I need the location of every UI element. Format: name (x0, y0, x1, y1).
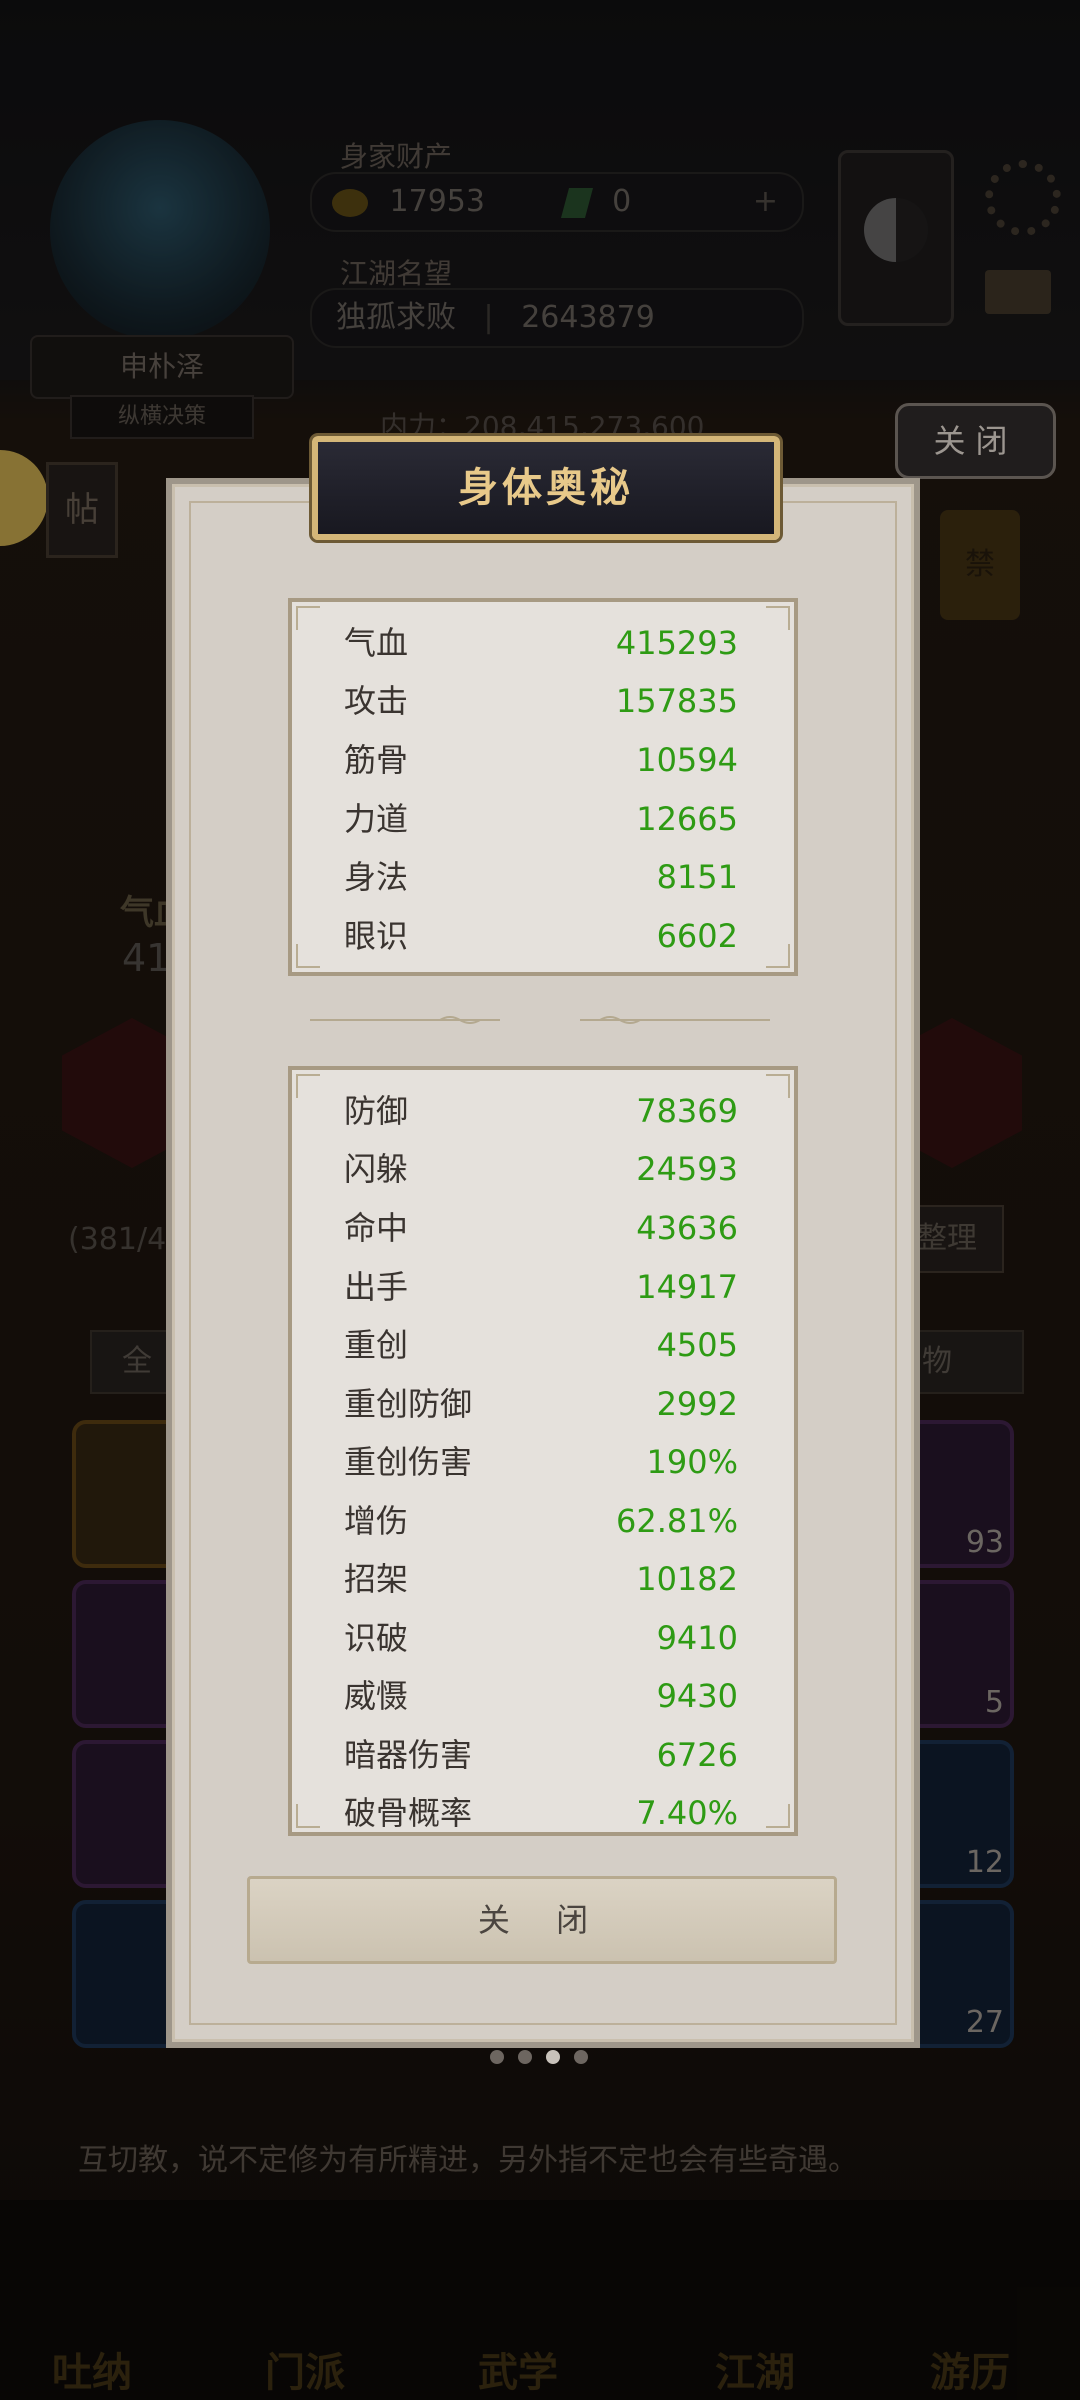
stat-label: 身法 (344, 858, 409, 896)
stat-label: 命中 (344, 1209, 409, 1247)
page-dot-active (546, 2050, 560, 2064)
stat-row: 破骨概率 7.40% (344, 1784, 738, 1832)
stat-value: 12665 (636, 800, 738, 838)
stat-label: 防御 (344, 1092, 409, 1130)
corner-ornament (296, 606, 320, 630)
stat-row: 重创伤害 190% (344, 1433, 738, 1491)
stat-value: 190% (646, 1443, 738, 1481)
stat-label: 破骨概率 (344, 1794, 473, 1832)
page-dot (518, 2050, 532, 2064)
modal-close-button[interactable]: 关 闭 (247, 1876, 837, 1964)
stat-value: 157835 (615, 682, 738, 720)
stat-row: 闪躲 24593 (344, 1140, 738, 1198)
stat-label: 识破 (344, 1619, 409, 1657)
stat-row: 命中 43636 (344, 1199, 738, 1257)
stat-value: 7.40% (636, 1794, 738, 1832)
stat-label: 重创 (344, 1326, 409, 1364)
stat-row: 威慑 9430 (344, 1667, 738, 1725)
stat-value: 9410 (656, 1619, 738, 1657)
stat-row: 识破 9410 (344, 1609, 738, 1667)
stat-row: 筋骨 10594 (344, 731, 738, 789)
stat-row: 防御 78369 (344, 1082, 738, 1140)
stat-label: 气血 (344, 624, 409, 662)
stat-label: 力道 (344, 800, 409, 838)
basic-stats-panel: 气血 415293 攻击 157835 筋骨 10594 力道 12665 身法 8151… (288, 598, 798, 976)
stat-label: 出手 (344, 1268, 409, 1306)
stat-value: 8151 (656, 858, 738, 896)
stat-row: 眼识 6602 (344, 907, 738, 965)
stat-value: 43636 (636, 1209, 738, 1247)
stat-row: 重创防御 2992 (344, 1375, 738, 1433)
corner-ornament (766, 944, 790, 968)
stat-value: 10594 (636, 741, 738, 779)
corner-ornament (296, 1074, 320, 1098)
stat-row: 气血 415293 (344, 614, 738, 672)
corner-ornament (296, 944, 320, 968)
stat-label: 增伤 (344, 1502, 409, 1540)
stat-row: 攻击 157835 (344, 672, 738, 730)
stat-value: 4505 (656, 1326, 738, 1364)
stat-value: 24593 (636, 1150, 738, 1188)
stat-label: 暗器伤害 (344, 1736, 473, 1774)
stat-value: 6602 (656, 917, 738, 955)
stat-row: 身法 8151 (344, 848, 738, 906)
page-dot (490, 2050, 504, 2064)
stat-label: 闪躲 (344, 1150, 409, 1188)
stat-value: 6726 (656, 1736, 738, 1774)
stat-value: 62.81% (615, 1502, 738, 1540)
stat-label: 筋骨 (344, 741, 409, 779)
stat-value: 14917 (636, 1268, 738, 1306)
stat-row: 增伤 62.81% (344, 1492, 738, 1550)
stat-label: 眼识 (344, 917, 409, 955)
stat-row: 暗器伤害 6726 (344, 1726, 738, 1784)
stat-value: 78369 (636, 1092, 738, 1130)
corner-ornament (296, 1804, 320, 1828)
modal-title-bar: 身体奥秘 (312, 436, 780, 540)
stat-value: 2992 (656, 1385, 738, 1423)
corner-ornament (766, 1804, 790, 1828)
page-indicator (490, 2050, 590, 2068)
stat-value: 10182 (636, 1560, 738, 1598)
outer-close-button[interactable]: 关闭 (895, 403, 1056, 479)
stat-row: 重创 4505 (344, 1316, 738, 1374)
modal-title: 身体奥秘 (458, 465, 634, 511)
stat-label: 攻击 (344, 682, 409, 720)
advanced-stats-panel[interactable]: 防御 78369 闪躲 24593 命中 43636 出手 14917 重创 4505 重… (288, 1066, 798, 1836)
corner-ornament (766, 606, 790, 630)
page-dot (574, 2050, 588, 2064)
stat-label: 重创防御 (344, 1385, 473, 1423)
corner-ornament (766, 1074, 790, 1098)
stat-value: 9430 (656, 1677, 738, 1715)
stat-label: 威慑 (344, 1677, 409, 1715)
stat-value: 415293 (615, 624, 738, 662)
ornament-divider (310, 1016, 770, 1024)
stat-row: 力道 12665 (344, 790, 738, 848)
stat-label: 重创伤害 (344, 1443, 473, 1481)
stat-row: 招架 10182 (344, 1550, 738, 1608)
stat-label: 招架 (344, 1560, 409, 1598)
stat-row: 出手 14917 (344, 1258, 738, 1316)
